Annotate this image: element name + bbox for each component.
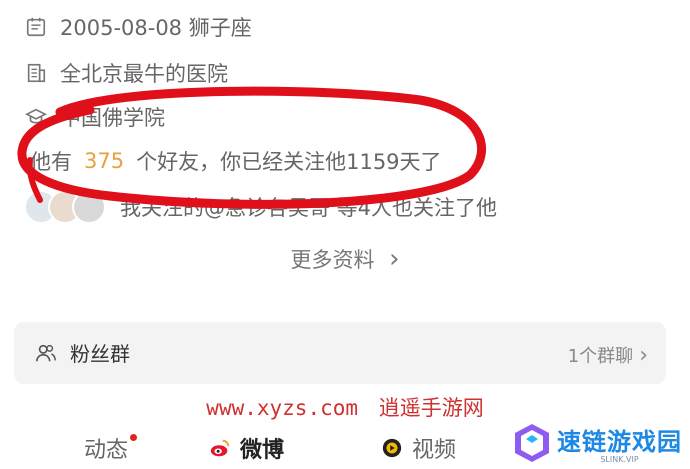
avatar xyxy=(72,190,106,224)
site-logo: 速链游戏园 SLINK.VIP xyxy=(513,422,682,464)
fan-group-card[interactable]: 粉丝群 1个群聊 › xyxy=(14,322,666,384)
cube-logo-icon xyxy=(513,422,551,464)
watermark-site: 逍遥手游网 xyxy=(378,396,484,420)
friends-count[interactable]: 375 xyxy=(84,149,124,173)
group-icon xyxy=(34,341,58,365)
weibo-icon xyxy=(208,436,232,460)
college-text: 中国佛学院 xyxy=(60,106,165,130)
school-row: 全北京最牛的医院 xyxy=(24,58,228,88)
tab-video-label: 视频 xyxy=(412,438,457,463)
watermark: www.xyzs.com 逍遥手游网 xyxy=(0,392,690,422)
mutual-text: 我关注的@急诊各吴哥 等4人也关注了他 xyxy=(120,196,498,220)
logo-name: 速链游戏园 xyxy=(557,428,682,456)
calendar-icon xyxy=(24,15,48,39)
tab-weibo-label: 微博 xyxy=(240,438,285,463)
tab-weibo[interactable]: 微博 xyxy=(208,432,284,464)
birthday-row: 2005-08-08 狮子座 xyxy=(24,12,252,42)
school-text: 全北京最牛的医院 xyxy=(60,62,228,86)
chevron-right-icon: › xyxy=(639,342,648,368)
friends-prefix: 他有 xyxy=(30,150,72,174)
graduation-cap-icon xyxy=(24,105,48,129)
mutual-follow-row[interactable]: 我关注的@急诊各吴哥 等4人也关注了他 xyxy=(24,190,497,224)
fan-group-count: 1个群聊 xyxy=(567,346,634,367)
watermark-url: www.xyzs.com xyxy=(206,396,359,420)
friends-suffix: 个好友，你已经关注他1159天了 xyxy=(136,150,442,174)
building-icon xyxy=(24,61,48,85)
video-icon xyxy=(380,436,404,460)
tab-dynamic-label: 动态 xyxy=(84,438,129,463)
chevron-right-icon: › xyxy=(389,244,400,274)
mutual-avatars xyxy=(24,190,106,224)
fan-group-label: 粉丝群 xyxy=(70,342,130,366)
more-info-link[interactable]: 更多资料 › xyxy=(0,244,690,274)
profile-tabs: 动态 微博 视频 xyxy=(0,430,520,466)
friends-row: 他有 375 个好友，你已经关注他1159天了 xyxy=(30,146,442,176)
college-row: 中国佛学院 xyxy=(24,102,165,132)
more-info-label: 更多资料 xyxy=(290,248,375,272)
new-dot-badge xyxy=(130,434,138,441)
tab-dynamic[interactable]: 动态 xyxy=(84,432,138,464)
birthday-text: 2005-08-08 狮子座 xyxy=(60,16,252,40)
tab-video[interactable]: 视频 xyxy=(380,432,456,464)
